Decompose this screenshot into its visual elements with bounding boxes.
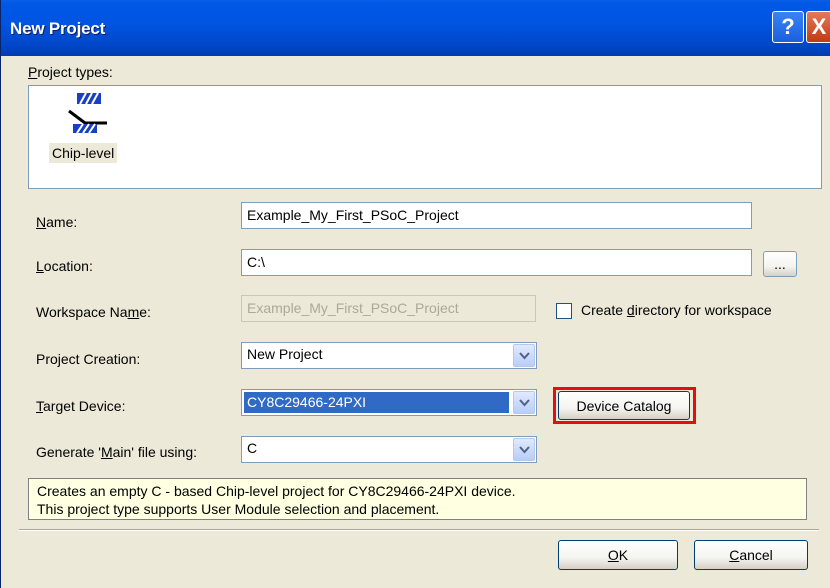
project-types-list[interactable]: Chip-level (28, 85, 822, 189)
create-directory-label[interactable]: Create directory for workspace (581, 302, 772, 318)
name-label: Name: (36, 214, 78, 230)
cancel-button[interactable]: Cancel (694, 540, 808, 570)
project-types-label: Project types: (28, 64, 113, 80)
chevron-down-icon (518, 351, 530, 359)
help-icon: ? (781, 14, 795, 39)
description-box: Creates an empty C - based Chip-level pr… (28, 478, 807, 520)
project-creation-select[interactable]: New Project (241, 342, 537, 369)
chevron-down-icon (518, 398, 530, 406)
target-device-select[interactable]: CY8C29466-24PXI (241, 389, 537, 416)
workspace-name-input[interactable]: Example_My_First_PSoC_Project (241, 295, 536, 322)
target-device-label: Target Device: (36, 398, 126, 414)
description-line: Creates an empty C - based Chip-level pr… (37, 483, 516, 499)
project-creation-value: New Project (247, 346, 323, 362)
ok-button[interactable]: OK (558, 540, 678, 570)
chevron-down-icon (518, 445, 530, 453)
project-type-label: Chip-level (49, 143, 118, 163)
dropdown-arrow[interactable] (513, 391, 535, 414)
close-icon: X (811, 14, 827, 39)
title-bar[interactable]: New Project ? X (1, 0, 830, 56)
dialog-title: New Project (10, 19, 106, 38)
project-creation-label: Project Creation: (36, 351, 141, 367)
main-file-value: C (247, 440, 258, 456)
separator (19, 529, 819, 531)
highlight-box (553, 387, 696, 424)
dropdown-arrow[interactable] (513, 344, 535, 367)
location-label: Location: (36, 258, 93, 274)
help-button[interactable]: ? (772, 11, 804, 43)
dropdown-arrow[interactable] (513, 438, 535, 461)
close-button[interactable]: X (806, 11, 830, 43)
name-input[interactable]: Example_My_First_PSoC_Project (241, 202, 752, 229)
browse-button[interactable]: ... (763, 251, 797, 277)
main-file-label: Generate 'Main' file using: (36, 444, 197, 460)
description-line: This project type supports User Module s… (37, 501, 440, 517)
chip-level-icon (68, 92, 107, 134)
location-input[interactable]: C:\ (241, 249, 752, 276)
new-project-dialog: New Project ? X Project types: Chip-leve… (0, 0, 830, 588)
target-device-value: CY8C29466-24PXI (244, 392, 509, 413)
main-file-select[interactable]: C (241, 436, 537, 463)
workspace-name-label: Workspace Name: (36, 304, 151, 320)
create-directory-checkbox[interactable] (556, 303, 572, 319)
